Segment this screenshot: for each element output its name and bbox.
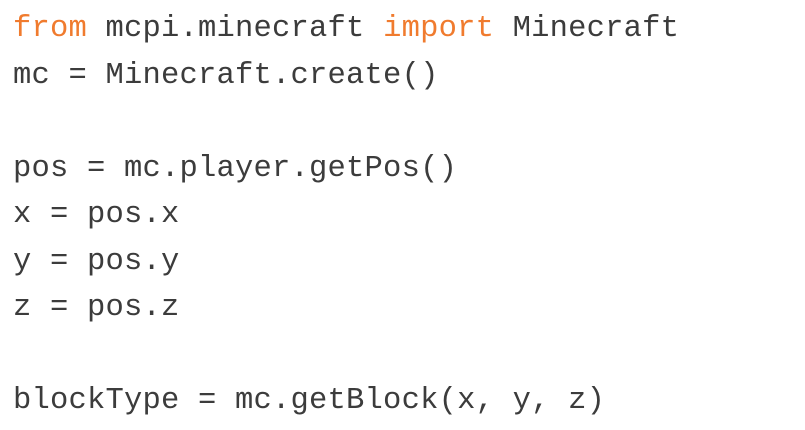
code-line-4: pos = mc.player.getPos() bbox=[13, 151, 458, 186]
imported-name: Minecraft bbox=[494, 12, 680, 46]
code-line-5: x = pos.x bbox=[13, 198, 180, 232]
code-line-7: z = pos.z bbox=[13, 291, 180, 325]
keyword-from: from bbox=[13, 12, 88, 46]
code-line-2: mc = Minecraft.create() bbox=[13, 58, 439, 93]
code-line-1: from mcpi.minecraft import Minecraft bbox=[13, 6, 805, 53]
keyword-import: import bbox=[383, 12, 495, 46]
code-editor: from mcpi.minecraft import Minecraft mc … bbox=[0, 0, 805, 430]
code-line-6: y = pos.y bbox=[13, 244, 180, 279]
module-name: mcpi.minecraft bbox=[87, 12, 384, 46]
code-line-9: blockType = mc.getBlock(x, y, z) bbox=[13, 384, 606, 418]
